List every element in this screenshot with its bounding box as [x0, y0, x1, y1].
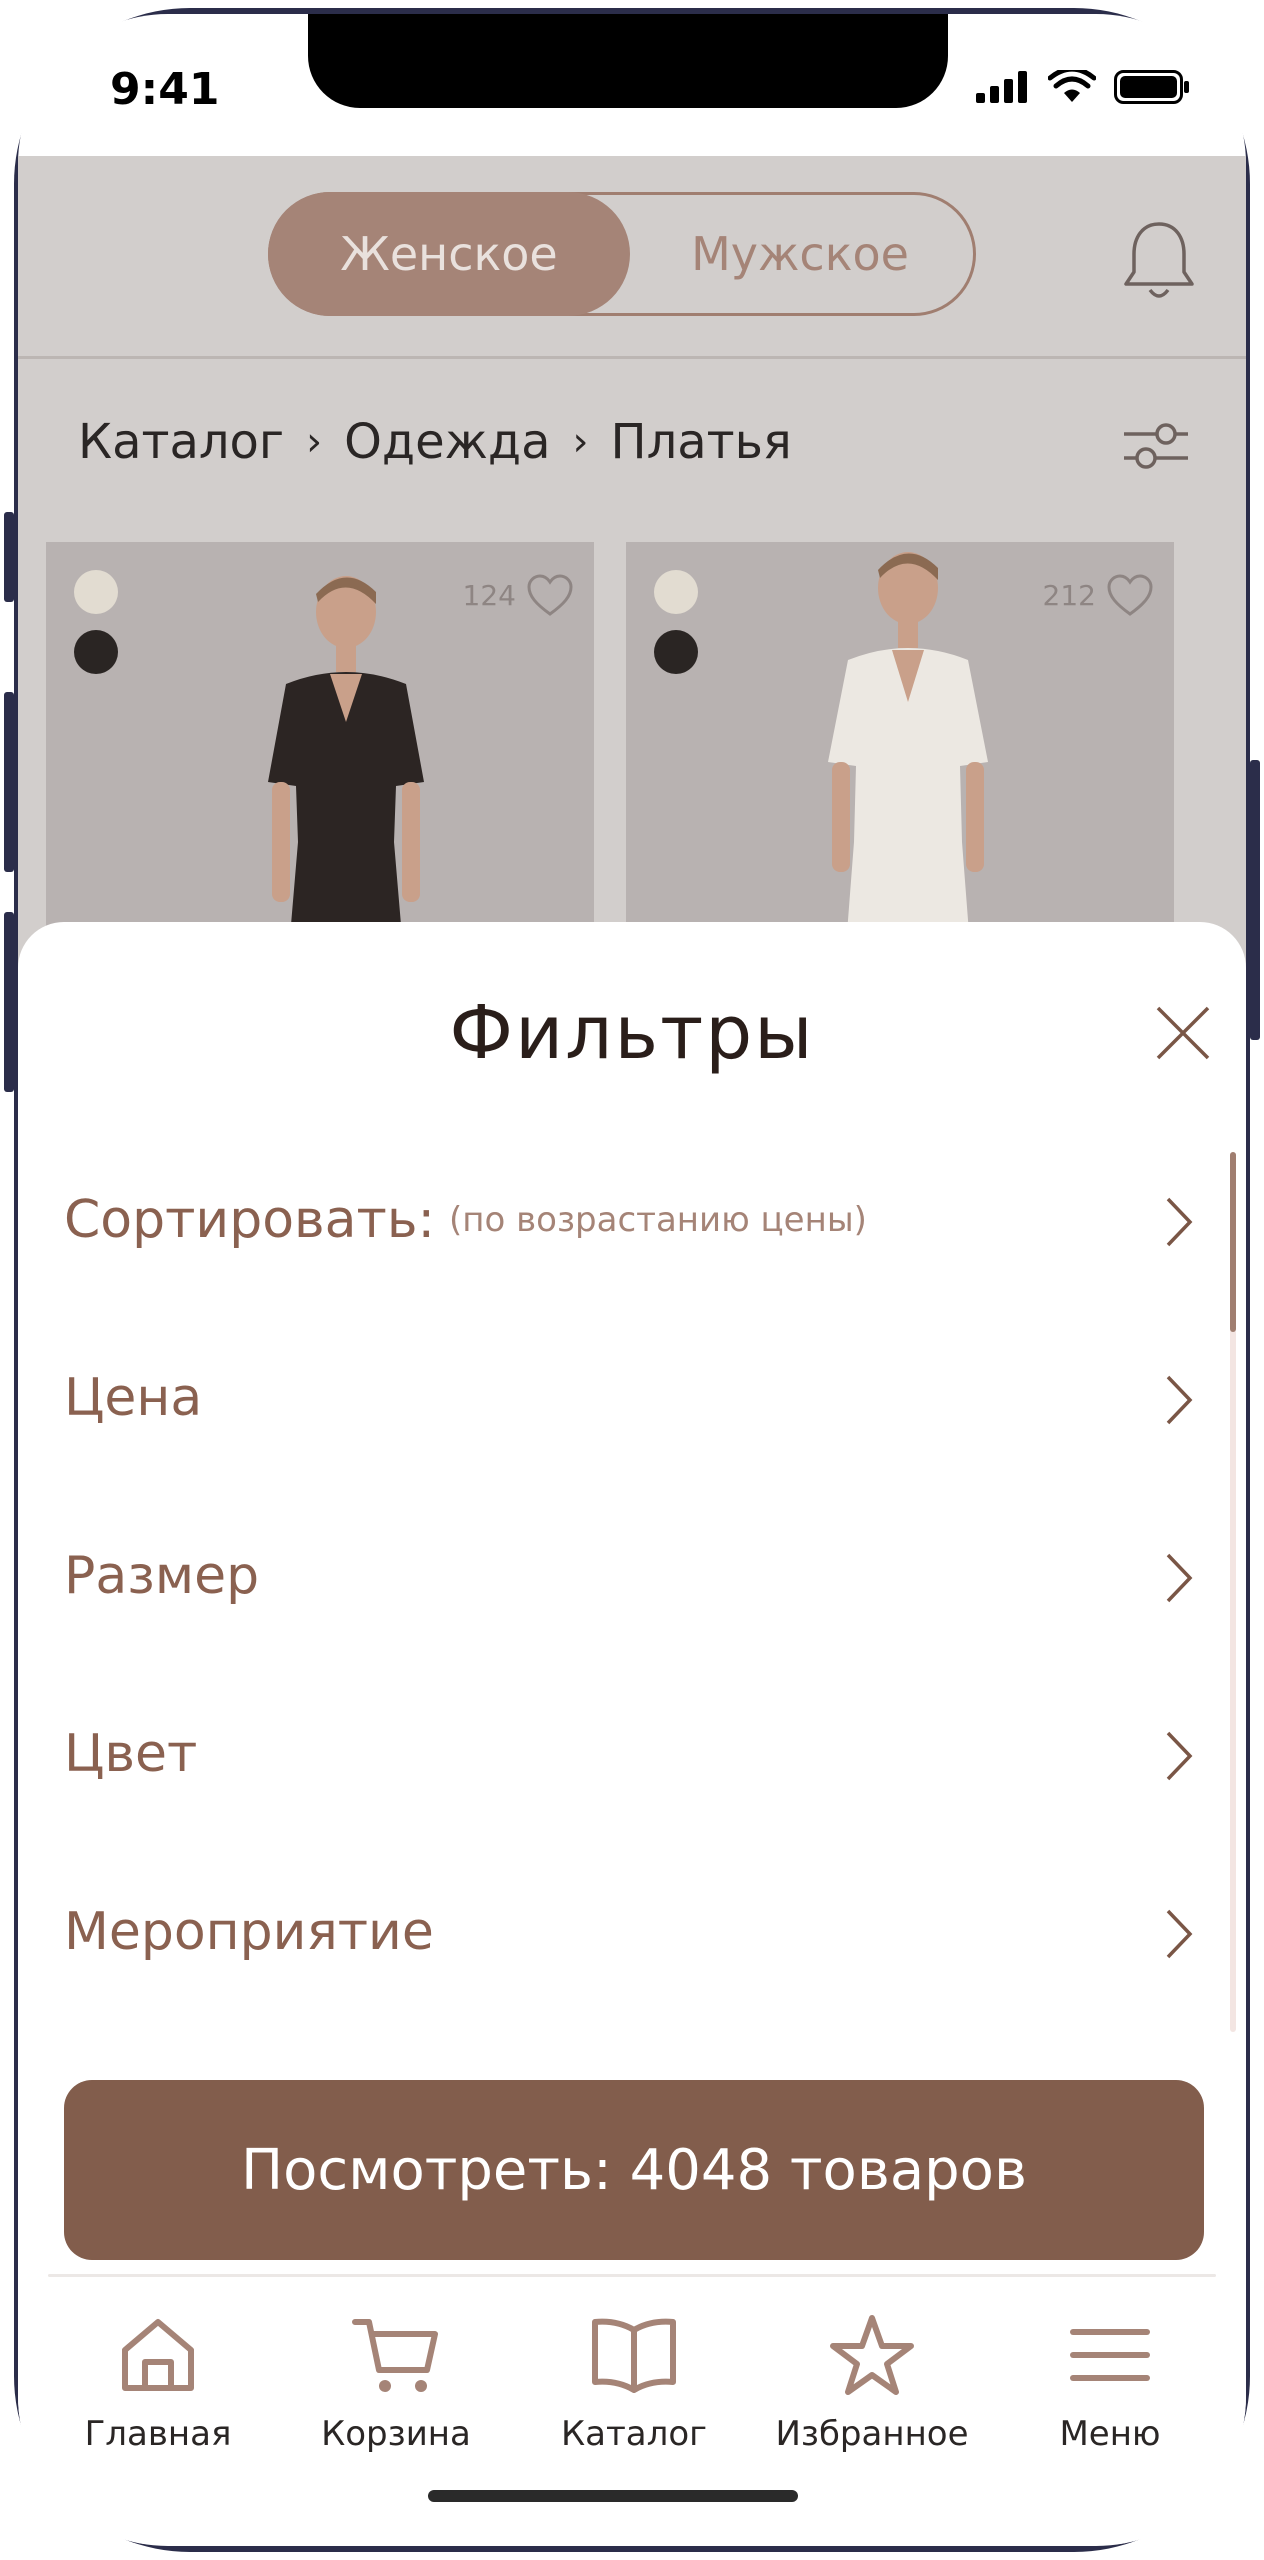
segment-women[interactable]: Женское [268, 192, 630, 316]
filter-row-label: Цена [64, 1368, 203, 1428]
filter-row-sort[interactable]: Сортировать: (по возрастанию цены) [64, 1160, 1204, 1280]
chevron-right-icon [1166, 1197, 1193, 1247]
side-button-power [1250, 760, 1260, 1040]
breadcrumb: Каталог › Одежда › Платья [78, 414, 792, 470]
filter-row-label: Размер [64, 1546, 260, 1606]
tabbar-divider [48, 2274, 1216, 2277]
cart-icon [352, 2319, 438, 2392]
side-button-mute [4, 512, 14, 602]
home-icon [122, 2319, 194, 2391]
menu-icon [1070, 2329, 1150, 2381]
filter-row-color[interactable]: Цвет [64, 1694, 1204, 1814]
star-icon [830, 2315, 914, 2395]
close-icon[interactable] [1154, 1004, 1212, 1066]
book-icon [592, 2318, 676, 2393]
chevron-right-icon: › [572, 419, 589, 465]
tab-favorites[interactable]: Избранное [762, 2314, 982, 2454]
filter-row-event[interactable]: Мероприятие [64, 1872, 1204, 1992]
tab-label: Каталог [560, 2414, 707, 2454]
screen: Женское Мужское Каталог › Одежда › Плать… [18, 14, 1246, 2546]
filter-row-label: Цвет [64, 1724, 198, 1784]
notch [308, 14, 948, 108]
bottom-tab-bar: Главная Корзина Каталог Избранное Меню [18, 2274, 1246, 2546]
tab-home[interactable]: Главная [48, 2314, 268, 2454]
sheet-title: Фильтры [449, 990, 815, 1076]
tab-catalog[interactable]: Каталог [524, 2314, 744, 2454]
status-icons [976, 70, 1190, 104]
filter-row-value: (по возрастанию цены) [449, 1200, 867, 1240]
chevron-right-icon [1166, 1375, 1193, 1425]
breadcrumb-item: Платья [610, 414, 792, 470]
tab-label: Корзина [321, 2414, 471, 2454]
bell-icon[interactable] [1122, 218, 1196, 306]
segment-men[interactable]: Мужское [627, 195, 973, 313]
chevron-right-icon: › [306, 419, 323, 465]
wifi-icon [1048, 70, 1096, 102]
breadcrumb-item[interactable]: Одежда [344, 414, 550, 470]
status-time: 9:41 [110, 64, 220, 115]
chevron-right-icon [1166, 1731, 1193, 1781]
home-indicator [428, 2490, 798, 2502]
filter-row-price[interactable]: Цена [64, 1338, 1204, 1458]
gender-segmented-control: Женское Мужское [268, 192, 976, 316]
breadcrumb-item[interactable]: Каталог [78, 414, 284, 470]
filter-row-size[interactable]: Размер [64, 1516, 1204, 1636]
scrollbar-thumb[interactable] [1230, 1152, 1236, 1332]
tab-label: Избранное [775, 2414, 969, 2454]
header-divider [18, 356, 1246, 359]
filter-row-label: Сортировать: [64, 1190, 436, 1250]
chevron-right-icon [1166, 1553, 1193, 1603]
tab-label: Главная [84, 2414, 232, 2454]
side-button-volume-down [4, 912, 14, 1092]
tab-cart[interactable]: Корзина [286, 2314, 506, 2454]
tab-menu[interactable]: Меню [1000, 2314, 1220, 2454]
tab-label: Меню [1059, 2414, 1161, 2454]
show-results-button[interactable]: Посмотреть: 4048 товаров [64, 2080, 1204, 2260]
signal-icon [976, 71, 1027, 103]
filter-sliders-icon[interactable] [1122, 418, 1190, 478]
filter-row-label: Мероприятие [64, 1902, 434, 1962]
side-button-volume-up [4, 692, 14, 872]
battery-icon [1114, 70, 1189, 104]
chevron-right-icon [1166, 1909, 1193, 1959]
